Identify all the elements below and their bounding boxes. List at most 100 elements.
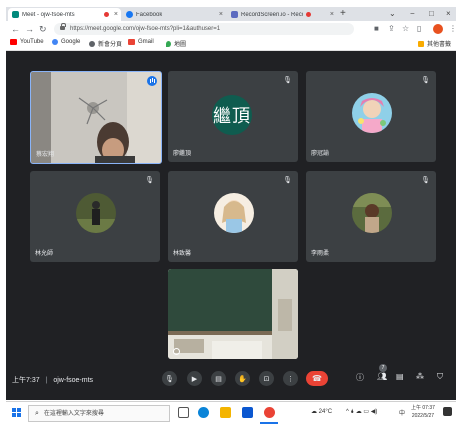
camera-in-use-icon[interactable]: ■ bbox=[374, 24, 379, 34]
edge-browser-icon[interactable] bbox=[198, 407, 209, 418]
file-explorer-icon[interactable] bbox=[220, 407, 231, 418]
captions-icon: ▤ bbox=[215, 375, 222, 383]
ime-indicator[interactable]: 中 bbox=[399, 408, 405, 417]
bookmark-google[interactable]: Google bbox=[52, 39, 80, 45]
meeting-info: 上午7:37 | ojw-fsoe-mts bbox=[12, 375, 93, 385]
host-controls-icon[interactable]: ⛉ bbox=[437, 372, 443, 382]
new-tab-button[interactable]: + bbox=[340, 7, 346, 21]
share-icon[interactable]: ⇪ bbox=[388, 24, 395, 34]
close-window-button[interactable]: × bbox=[446, 7, 451, 21]
more-options-icon[interactable] bbox=[173, 348, 180, 355]
bookmark-maps[interactable]: 地圖 bbox=[166, 39, 186, 48]
facebook-favicon-icon bbox=[126, 11, 133, 18]
store-icon[interactable] bbox=[242, 407, 253, 418]
raise-hand-icon: ✋ bbox=[238, 375, 247, 383]
profile-photo bbox=[214, 193, 254, 233]
mic-off-icon: 🎙︎ bbox=[421, 177, 430, 184]
close-tab-icon[interactable]: × bbox=[327, 11, 337, 18]
participant-name: 廖繼頂 bbox=[173, 151, 192, 157]
end-call-icon: ☎ bbox=[312, 374, 322, 383]
participant-tile[interactable]: 🎙︎ 林致馨 bbox=[168, 171, 298, 262]
more-options-button[interactable]: ⋮ bbox=[283, 371, 298, 386]
meeting-details-icon[interactable]: ⓘ bbox=[356, 372, 364, 383]
menu-dots-icon[interactable]: ⋮ bbox=[449, 24, 457, 34]
notification-icon[interactable] bbox=[443, 407, 452, 416]
windows-taskbar: ⌕ 在這裡輸入文字來搜尋 ☁ 24°C ^ 🌢 ☁ ▭ ◀) 中 上午 07:37… bbox=[6, 401, 456, 424]
end-call-button[interactable]: ☎ bbox=[306, 371, 328, 386]
participant-name: 林允師 bbox=[35, 251, 54, 257]
mic-off-icon: 🎙︎ bbox=[283, 177, 292, 184]
participant-name: 蔡宏翔 bbox=[36, 152, 55, 158]
tab-search-button[interactable]: ⌄ bbox=[389, 7, 396, 21]
bookmark-label: 地圖 bbox=[174, 42, 187, 48]
participant-name: 廖冠諭 bbox=[311, 151, 330, 157]
participant-name: 林致馨 bbox=[173, 251, 192, 257]
weather-widget[interactable]: ☁ 24°C bbox=[311, 408, 332, 415]
camera-button[interactable]: ▶ bbox=[187, 371, 202, 386]
system-clock[interactable]: 上午 07:37 2022/5/27 bbox=[411, 404, 435, 420]
meeting-code[interactable]: ojw-fsoe-mts bbox=[53, 377, 93, 384]
search-icon: ⌕ bbox=[35, 410, 39, 417]
people-count-badge: 7 bbox=[379, 364, 387, 372]
maximize-button[interactable]: □ bbox=[429, 7, 434, 21]
activities-icon[interactable]: ⁂ bbox=[416, 372, 424, 381]
bookmark-label: Gmail bbox=[138, 39, 154, 45]
screenshot: Meet - ojw-fsoe-mts × Facebook × RecordS… bbox=[0, 0, 459, 425]
other-bookmarks[interactable]: 其他書籤 bbox=[418, 39, 451, 48]
mic-off-icon: 🎙︎ bbox=[283, 77, 292, 84]
youtube-icon bbox=[10, 39, 17, 45]
mic-off-icon: 🎙︎ bbox=[421, 77, 430, 84]
task-view-icon[interactable] bbox=[178, 407, 189, 418]
participant-name: 李雨柔 bbox=[311, 251, 330, 257]
people-icon[interactable]: 👥︎ bbox=[377, 372, 387, 381]
address-bar[interactable]: https://meet.google.com/ojw-fsoe-mts?pli… bbox=[54, 23, 354, 35]
profile-avatar[interactable] bbox=[433, 24, 443, 34]
maps-pin-icon bbox=[166, 40, 171, 47]
profile-photo bbox=[76, 193, 116, 233]
back-arrow-icon[interactable]: ← bbox=[11, 23, 20, 35]
participant-tile[interactable]: 🎙︎ 李雨柔 bbox=[306, 171, 436, 262]
google-icon bbox=[52, 39, 58, 45]
participant-tile[interactable]: 蔡宏翔 bbox=[30, 71, 162, 164]
minimize-button[interactable]: − bbox=[410, 7, 415, 21]
browser-toolbar: ← → ↻ https://meet.google.com/ojw-fsoe-m… bbox=[6, 21, 457, 37]
tray-icons[interactable]: ^ 🌢 ☁ ▭ ◀) bbox=[346, 408, 377, 416]
meet-stage: 蔡宏翔 繼頂 🎙︎ 廖繼頂 🎙︎ 廖冠諭 🎙︎ 林允師 🎙︎ 林致馨 🎙︎ 李雨… bbox=[6, 51, 456, 400]
bookmark-gmail[interactable]: Gmail bbox=[128, 39, 154, 45]
chrome-icon[interactable] bbox=[264, 407, 275, 418]
participant-tile[interactable] bbox=[168, 269, 298, 359]
participant-tile[interactable]: 🎙︎ 林允師 bbox=[30, 171, 160, 262]
tab-title: Facebook bbox=[136, 11, 163, 18]
forward-arrow-icon[interactable]: → bbox=[25, 23, 34, 35]
close-tab-icon[interactable]: × bbox=[111, 11, 121, 18]
present-screen-icon: ⊡ bbox=[263, 375, 270, 383]
captions-button[interactable]: ▤ bbox=[211, 371, 226, 386]
participant-tile[interactable]: 🎙︎ 廖冠諭 bbox=[306, 71, 436, 162]
microphone-button[interactable]: 🎙︎ bbox=[162, 371, 177, 386]
tab-meet[interactable]: Meet - ojw-fsoe-mts × bbox=[8, 8, 121, 21]
chat-icon[interactable]: ▤ bbox=[396, 372, 404, 381]
bookmark-new-tab[interactable]: 新會分頁 bbox=[89, 39, 122, 48]
tab-recordscreen[interactable]: RecordScreen.io - Record × bbox=[227, 8, 337, 21]
microphone-icon: 🎙︎ bbox=[165, 375, 174, 383]
clock-time: 上午 07:37 bbox=[411, 405, 435, 411]
close-tab-icon[interactable]: × bbox=[216, 11, 226, 18]
bookmark-youtube[interactable]: YouTube bbox=[10, 39, 44, 45]
globe-icon bbox=[89, 40, 95, 47]
meet-favicon-icon bbox=[12, 11, 19, 18]
participant-tile[interactable]: 繼頂 🎙︎ 廖繼頂 bbox=[168, 71, 298, 162]
bookmark-label: Google bbox=[61, 39, 81, 45]
clock-date: 2022/5/27 bbox=[411, 413, 435, 419]
windows-start-icon[interactable] bbox=[12, 408, 22, 418]
reload-icon[interactable]: ↻ bbox=[39, 23, 47, 35]
bookmark-label: 其他書籤 bbox=[427, 42, 452, 48]
tab-title: Meet - ojw-fsoe-mts bbox=[22, 11, 75, 18]
bookmark-star-icon[interactable]: ☆ bbox=[402, 24, 409, 34]
present-button[interactable]: ⊡ bbox=[259, 371, 274, 386]
side-panel-icon[interactable]: ▯ bbox=[417, 24, 421, 34]
profile-photo bbox=[352, 193, 392, 233]
taskbar-search[interactable]: ⌕ 在這裡輸入文字來搜尋 bbox=[28, 405, 170, 422]
raise-hand-button[interactable]: ✋ bbox=[235, 371, 250, 386]
url-text: https://meet.google.com/ojw-fsoe-mts?pli… bbox=[70, 26, 221, 32]
tab-facebook[interactable]: Facebook × bbox=[122, 8, 226, 21]
